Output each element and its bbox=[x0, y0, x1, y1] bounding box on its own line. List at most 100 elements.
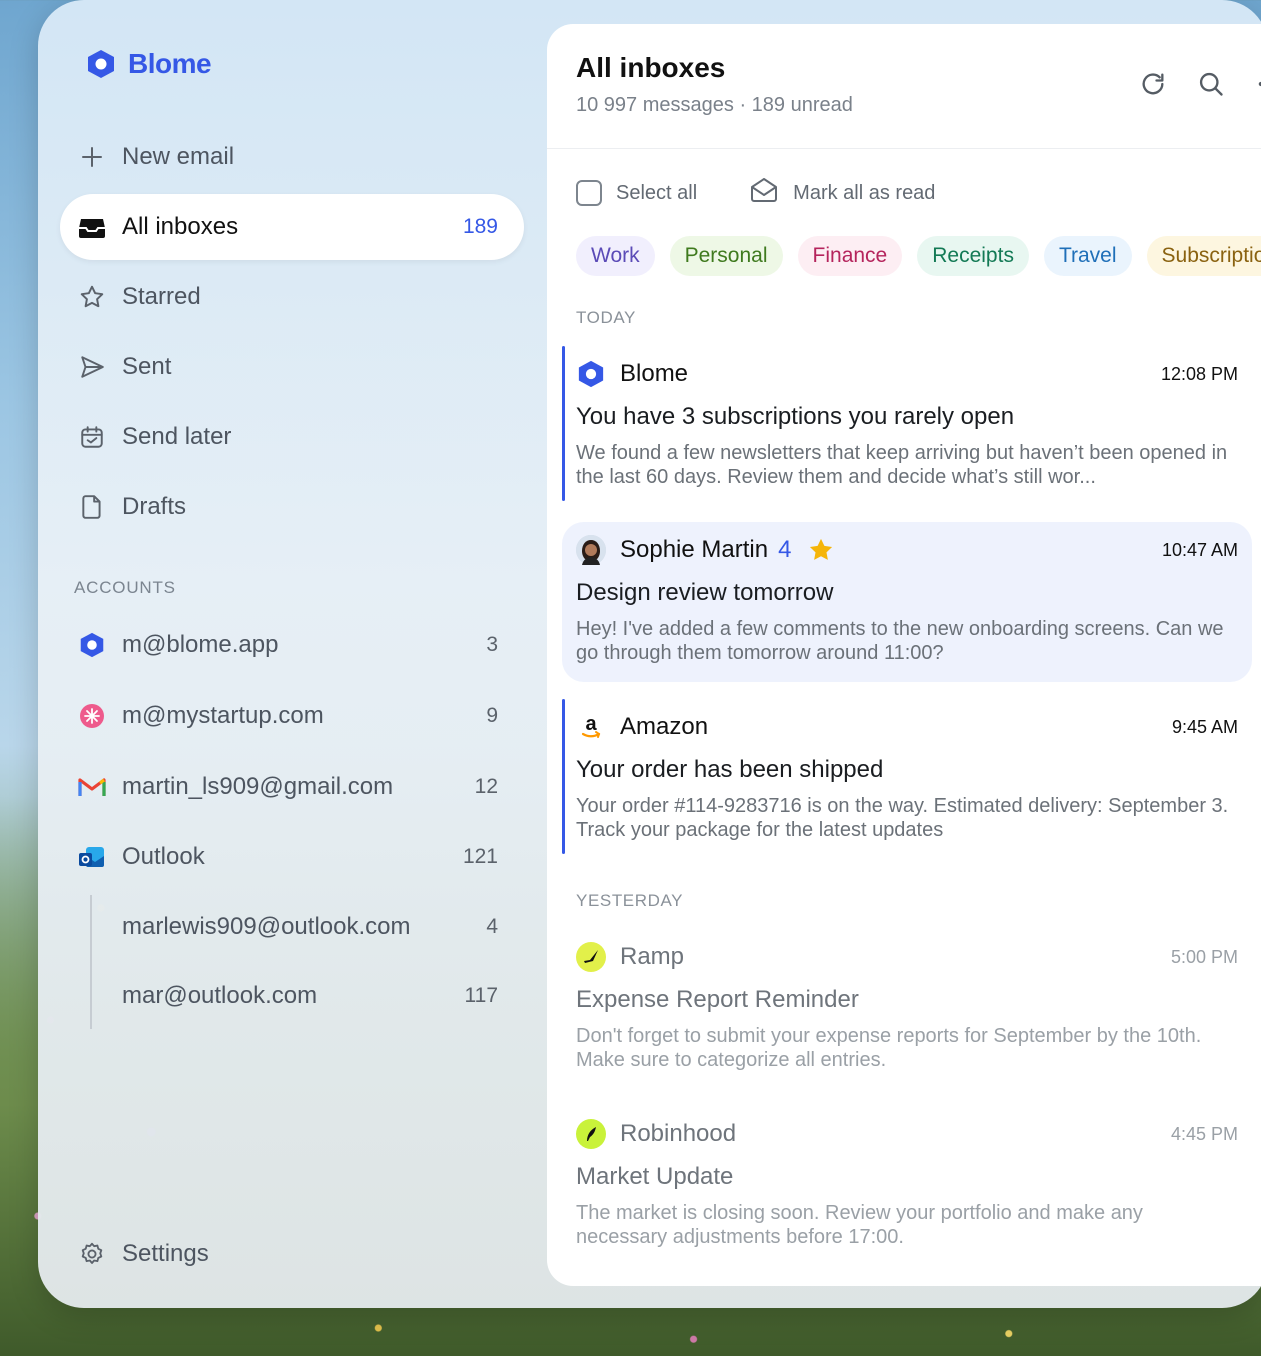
account-count: 9 bbox=[486, 704, 498, 727]
category-filter-chips: Work Personal Finance Receipts Travel Su… bbox=[576, 236, 1261, 276]
chip-work[interactable]: Work bbox=[576, 236, 655, 276]
account-label: Outlook bbox=[122, 843, 205, 870]
unread-count: 189 bbox=[462, 215, 498, 238]
chip-subscriptions[interactable]: Subscriptions bbox=[1146, 236, 1261, 276]
sub-account-item-marlewis[interactable]: marlewis909@outlook.com 4 bbox=[60, 894, 524, 960]
header-actions bbox=[1139, 70, 1261, 98]
account-count: 121 bbox=[462, 845, 498, 868]
email-preview: The market is closing soon. Review your … bbox=[576, 1202, 1143, 1248]
amazon-logo-icon: a bbox=[576, 712, 606, 742]
email-subject: You have 3 subscriptions you rarely open bbox=[576, 403, 1015, 430]
email-row[interactable]: Ramp 5:00 PM Expense Report Reminder Don… bbox=[562, 929, 1252, 1086]
blome-logo-icon bbox=[88, 50, 114, 78]
sidebar-item-drafts[interactable]: Drafts bbox=[60, 474, 524, 540]
gear-icon bbox=[78, 1240, 106, 1268]
select-all-label: Select all bbox=[616, 181, 698, 204]
outlook-logo-icon bbox=[78, 843, 106, 871]
account-label: mar@outlook.com bbox=[122, 982, 318, 1009]
email-time: 4:45 PM bbox=[1170, 1123, 1238, 1144]
message-list-panel: All inboxes 10 997 messages · 189 unread… bbox=[547, 24, 1261, 1286]
account-label: marlewis909@outlook.com bbox=[122, 913, 411, 940]
email-preview: We found a few newsletters that keep arr… bbox=[576, 442, 1228, 488]
inbox-icon bbox=[78, 213, 106, 241]
sub-account-item-mar[interactable]: mar@outlook.com 117 bbox=[60, 963, 524, 1029]
page-title: All inboxes bbox=[576, 52, 726, 83]
select-all-checkbox[interactable] bbox=[576, 180, 602, 206]
email-preview: Your order #114-9283716 is on the way. E… bbox=[576, 795, 1229, 841]
account-count: 4 bbox=[486, 915, 498, 938]
sidebar-item-starred[interactable]: Starred bbox=[60, 264, 524, 330]
sidebar-item-label: All inboxes bbox=[122, 213, 239, 240]
calendar-clock-icon bbox=[78, 423, 106, 451]
chip-travel[interactable]: Travel bbox=[1043, 236, 1132, 276]
sidebar-item-sent[interactable]: Sent bbox=[60, 334, 524, 400]
account-item-outlook[interactable]: Outlook 121 bbox=[60, 824, 524, 890]
list-toolbar: Select all Mark all as read bbox=[576, 177, 935, 209]
mark-all-read-label: Mark all as read bbox=[793, 181, 936, 204]
email-row[interactable]: Robinhood 4:45 PM Market Update The mark… bbox=[562, 1106, 1252, 1263]
account-label: martin_ls909@gmail.com bbox=[122, 773, 394, 800]
email-sender: Blome bbox=[620, 360, 689, 387]
account-item-gmail[interactable]: martin_ls909@gmail.com 12 bbox=[60, 754, 524, 820]
email-time: 12:08 PM bbox=[1160, 363, 1238, 384]
sidebar-item-send-later[interactable]: Send later bbox=[60, 404, 524, 470]
sidebar-item-label: Starred bbox=[122, 283, 201, 310]
account-item-blome[interactable]: m@blome.app 3 bbox=[60, 612, 524, 678]
email-preview: Don't forget to submit your expense repo… bbox=[576, 1025, 1202, 1071]
sidebar-item-label: Drafts bbox=[122, 493, 187, 520]
star-filled-icon[interactable] bbox=[807, 536, 835, 564]
day-heading-yesterday: YESTERDAY bbox=[576, 891, 684, 910]
app-name: Blome bbox=[128, 48, 212, 79]
email-sender: Amazon bbox=[620, 713, 709, 740]
sidebar-item-all-inboxes[interactable]: All inboxes 189 bbox=[60, 194, 524, 260]
email-time: 9:45 AM bbox=[1171, 716, 1238, 737]
blome-logo-icon bbox=[576, 359, 606, 389]
day-heading-today: TODAY bbox=[576, 308, 636, 327]
new-email-button[interactable]: New email bbox=[60, 124, 524, 190]
ramp-logo-icon bbox=[576, 942, 606, 972]
sidebar-item-label: Sent bbox=[122, 353, 172, 380]
avatar bbox=[576, 535, 606, 565]
search-icon[interactable] bbox=[1197, 70, 1225, 98]
more-icon[interactable] bbox=[1255, 70, 1261, 98]
app-logo: Blome bbox=[86, 48, 212, 80]
account-item-mystartup[interactable]: m@mystartup.com 9 bbox=[60, 683, 524, 749]
email-sender: Sophie Martin bbox=[620, 536, 769, 563]
email-time: 10:47 AM bbox=[1161, 539, 1238, 560]
email-row[interactable]: Sophie Martin 4 10:47 AM Design review t… bbox=[562, 522, 1252, 682]
thread-count: 4 bbox=[778, 536, 792, 563]
account-label: m@blome.app bbox=[122, 631, 279, 658]
sidebar-item-label: Send later bbox=[122, 423, 232, 450]
email-time: 5:00 PM bbox=[1170, 946, 1238, 967]
email-subject: Market Update bbox=[576, 1163, 734, 1190]
send-icon bbox=[78, 353, 106, 381]
chip-finance[interactable]: Finance bbox=[797, 236, 903, 276]
email-subject: Your order has been shipped bbox=[576, 756, 884, 783]
message-stats: 10 997 messages · 189 unread bbox=[576, 94, 853, 116]
chip-personal[interactable]: Personal bbox=[669, 236, 783, 276]
mark-all-read-button[interactable]: Mark all as read bbox=[749, 177, 935, 209]
star-icon bbox=[78, 283, 106, 311]
envelope-open-icon bbox=[749, 177, 779, 209]
email-subject: Expense Report Reminder bbox=[576, 986, 859, 1013]
new-email-label: New email bbox=[122, 143, 235, 170]
email-sender: Robinhood bbox=[620, 1120, 737, 1147]
app-window: Blome New email All inboxes 189 Starred … bbox=[38, 0, 1261, 1308]
email-subject: Design review tomorrow bbox=[576, 579, 834, 606]
settings-button[interactable]: Settings bbox=[60, 1221, 524, 1287]
blome-logo-icon bbox=[78, 631, 106, 659]
chip-receipts[interactable]: Receipts bbox=[917, 236, 1029, 276]
unread-indicator bbox=[562, 699, 565, 854]
file-icon bbox=[78, 493, 106, 521]
select-all-button[interactable]: Select all bbox=[576, 180, 697, 206]
email-row[interactable]: a Amazon 9:45 AM Your order has been shi… bbox=[562, 699, 1252, 856]
account-count: 12 bbox=[474, 775, 498, 798]
email-row[interactable]: Blome 12:08 PM You have 3 subscriptions … bbox=[562, 346, 1252, 503]
settings-label: Settings bbox=[122, 1240, 209, 1267]
account-label: m@mystartup.com bbox=[122, 702, 324, 729]
mystartup-logo-icon bbox=[78, 702, 106, 730]
refresh-icon[interactable] bbox=[1139, 70, 1167, 98]
plus-icon bbox=[78, 143, 106, 171]
header-divider bbox=[547, 148, 1261, 149]
